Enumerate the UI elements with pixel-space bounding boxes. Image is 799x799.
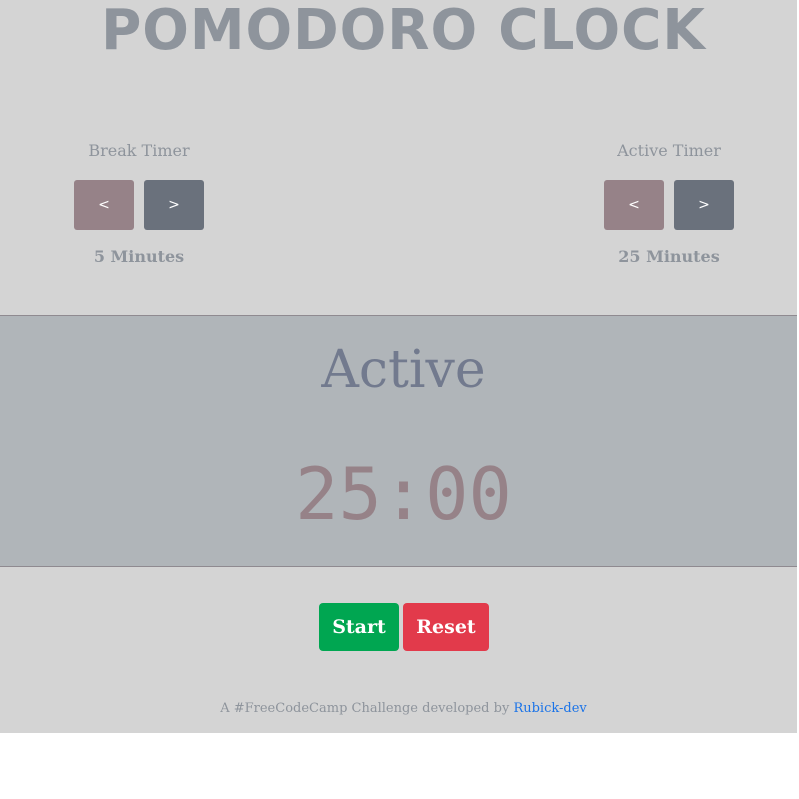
break-timer-value: 5 Minutes	[93, 247, 185, 266]
page-title: Pomodoro Clock	[101, 0, 706, 63]
active-decrement-button[interactable]: <	[604, 180, 664, 230]
start-button[interactable]: Start	[319, 603, 399, 651]
pomodoro-app: Pomodoro Clock Break Timer < > 5 Minutes…	[0, 0, 797, 733]
footer: A #FreeCodeCamp Challenge developed by R…	[0, 700, 799, 718]
session-name: Active	[321, 340, 486, 400]
author-link[interactable]: Rubick-dev	[513, 701, 586, 716]
break-timer-panel: Break Timer < > 5 Minutes	[59, 140, 219, 268]
break-increment-button[interactable]: >	[144, 180, 204, 230]
timer-controls: Start Reset	[319, 603, 489, 651]
active-increment-button[interactable]: >	[674, 180, 734, 230]
break-timer-label: Break Timer	[88, 141, 190, 160]
active-timer-buttons: < >	[589, 180, 749, 230]
active-timer-label: Active Timer	[617, 141, 721, 160]
active-timer-panel: Active Timer < > 25 Minutes	[589, 140, 749, 268]
time-left: 25:00	[295, 452, 512, 536]
break-timer-buttons: < >	[59, 180, 219, 230]
timer-display: Active 25:00	[0, 315, 797, 567]
break-decrement-button[interactable]: <	[74, 180, 134, 230]
active-timer-value: 25 Minutes	[618, 247, 720, 266]
footer-text: A #FreeCodeCamp Challenge developed by	[220, 701, 514, 716]
reset-button[interactable]: Reset	[403, 603, 489, 651]
